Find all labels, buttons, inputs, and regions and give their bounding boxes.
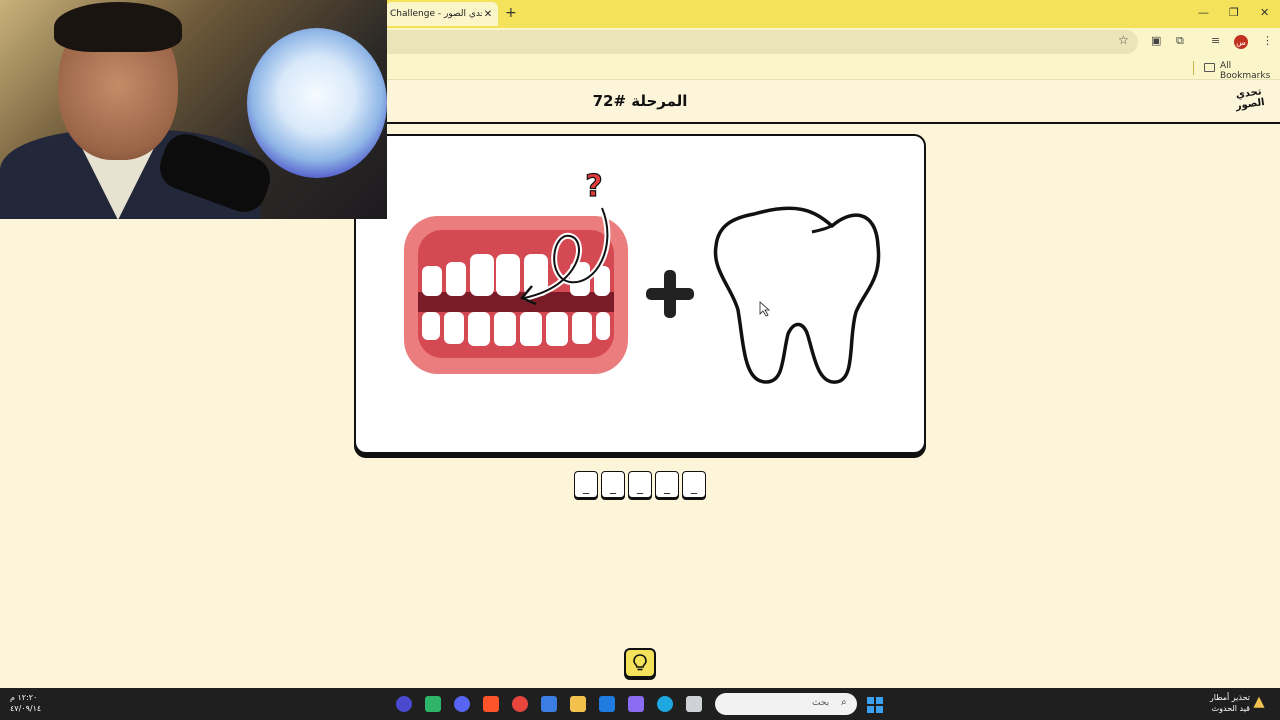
copilot-icon[interactable] bbox=[628, 696, 644, 712]
taskbar-clock[interactable]: ١٢:٢٠ م ٤٧/٠٩/١٤ bbox=[10, 692, 50, 714]
store-icon[interactable] bbox=[541, 696, 557, 712]
logo-text: تحدي الصور bbox=[1235, 86, 1266, 112]
menu-kebab-icon[interactable]: ⋮ bbox=[1262, 34, 1273, 47]
webcam-overlay bbox=[0, 0, 387, 219]
answer-slot[interactable]: _ bbox=[574, 471, 598, 498]
site-logo[interactable]: تحدي الصور bbox=[1228, 85, 1272, 120]
clock-date: ٤٧/٠٩/١٤ bbox=[10, 704, 42, 713]
search-icon: ⌕ bbox=[841, 697, 847, 708]
taskbar: ١٢:٢٠ م ٤٧/٠٩/١٤ bbox=[0, 688, 1280, 720]
extension-icon[interactable]: ▣ bbox=[1151, 34, 1161, 47]
weather-subtitle: قيد الحدوث bbox=[1211, 704, 1250, 713]
restore-button[interactable]: ❐ bbox=[1229, 6, 1239, 19]
answer-row: _ _ _ _ _ bbox=[574, 471, 706, 499]
warning-icon bbox=[1252, 695, 1266, 709]
minimize-button[interactable]: — bbox=[1198, 6, 1209, 19]
weather-widget[interactable]: تحذير أمطار قيد الحدوث bbox=[1200, 692, 1250, 714]
file-explorer-icon[interactable] bbox=[570, 696, 586, 712]
outlook-icon[interactable] bbox=[599, 696, 615, 712]
all-bookmarks-link[interactable]: All Bookmarks bbox=[1220, 61, 1280, 81]
answer-slot[interactable]: _ bbox=[601, 471, 625, 498]
weather-title: تحذير أمطار bbox=[1209, 693, 1250, 702]
app-icon-green[interactable] bbox=[425, 696, 441, 712]
person-hair bbox=[54, 2, 182, 52]
answer-slot[interactable]: _ bbox=[655, 471, 679, 498]
chrome-icon[interactable] bbox=[512, 696, 528, 712]
app-icon-circle[interactable] bbox=[396, 696, 412, 712]
discord-icon[interactable] bbox=[454, 696, 470, 712]
taskbar-search[interactable] bbox=[715, 693, 857, 715]
moon-lamp bbox=[247, 28, 387, 178]
media-control-icon[interactable]: ≡ bbox=[1211, 34, 1220, 47]
tab-title: Challenge - تحدي الصور bbox=[390, 9, 482, 19]
question-mark-icon: ? bbox=[585, 168, 604, 204]
folder-icon[interactable] bbox=[1204, 63, 1215, 72]
profile-avatar[interactable]: س bbox=[1234, 35, 1248, 49]
hint-button[interactable] bbox=[624, 648, 656, 678]
teeth-image bbox=[404, 206, 628, 374]
tab-close-icon[interactable]: ✕ bbox=[482, 9, 494, 20]
clock-time: ١٢:٢٠ م bbox=[10, 693, 38, 702]
close-window-button[interactable]: ✕ bbox=[1260, 6, 1269, 19]
browser-tab[interactable]: Challenge - تحدي الصور ✕ bbox=[386, 2, 498, 26]
level-title: المرحلة #72 bbox=[592, 92, 688, 110]
edge-icon[interactable] bbox=[657, 696, 673, 712]
answer-slot[interactable]: _ bbox=[682, 471, 706, 498]
question-mark-text: ? bbox=[585, 169, 602, 204]
puzzle-extensions-icon[interactable]: ⧉ bbox=[1176, 34, 1184, 48]
lightbulb-icon bbox=[633, 654, 647, 671]
puzzle-card: ? bbox=[354, 134, 926, 454]
brave-icon[interactable] bbox=[483, 696, 499, 712]
puzzle-illustration: ? bbox=[404, 168, 881, 384]
new-tab-button[interactable]: + bbox=[505, 5, 517, 21]
bookmark-star-icon[interactable]: ☆ bbox=[1118, 33, 1129, 47]
windows-start-icon[interactable] bbox=[867, 697, 883, 713]
answer-slot[interactable]: _ bbox=[628, 471, 652, 498]
search-placeholder: بحث bbox=[812, 698, 830, 708]
bookmarks-separator bbox=[1193, 61, 1194, 75]
plus-icon bbox=[646, 270, 694, 318]
task-view-icon[interactable] bbox=[686, 696, 702, 712]
tooth-outline-icon bbox=[713, 206, 881, 384]
